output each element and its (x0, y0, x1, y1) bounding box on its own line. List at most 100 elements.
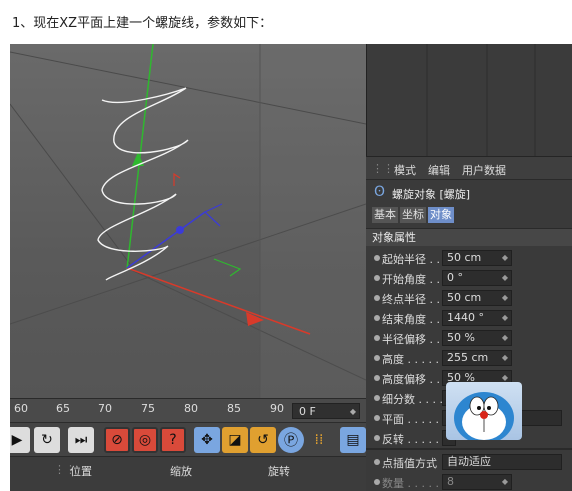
coordinate-manager: ⋮⋮ 位置 缩放 旋转 (10, 456, 366, 491)
transport-toolbar: ▶ ↻ ⏭ ⊘ ◎ ? ✥ ◪ ↺ Ⓟ ⁞⁞ ▤ (10, 422, 366, 457)
end-angle-input[interactable]: 1440 ° ◆ (442, 310, 512, 326)
animate-dot-icon[interactable] (374, 435, 380, 441)
move-icon: ✥ (201, 432, 213, 448)
animate-dot-icon[interactable] (374, 275, 380, 281)
doraemon-face-image (454, 392, 514, 440)
menu-user-data[interactable]: 用户数据 (462, 162, 506, 178)
animate-dot-icon[interactable] (374, 315, 380, 321)
p-icon: Ⓟ (284, 433, 298, 449)
prop-start-angle: 开始角度 . . 0 ° ◆ (366, 268, 572, 288)
animate-dot-icon[interactable] (374, 479, 380, 485)
record-keys-button[interactable]: ⊘ (104, 427, 130, 453)
animate-dot-icon[interactable] (374, 295, 380, 301)
object-title: 螺旋对象 [螺旋] (392, 188, 471, 201)
animate-dot-icon[interactable] (374, 415, 380, 421)
doraemon-sticker (446, 382, 522, 440)
prop-end-angle: 结束角度 . . 1440 ° ◆ (366, 308, 572, 328)
gizmo-line (204, 211, 221, 227)
prop-count: 数量 . . . . . 8 ◆ (366, 472, 572, 491)
film-button[interactable]: ▤ (340, 427, 366, 453)
point-level-button[interactable]: ⁞⁞ (306, 427, 332, 453)
y-axis-line (126, 44, 154, 270)
helix-icon: ʘ (374, 184, 386, 200)
spinner-icon: ◆ (501, 477, 508, 486)
prop-end-radius: 终点半径 . . 50 cm ◆ (366, 288, 572, 308)
param-key-button[interactable]: Ⓟ (278, 427, 304, 453)
spinner-icon[interactable]: ◆ (350, 404, 356, 420)
prop-interpolation: 点插值方式 自动适应 (366, 452, 572, 472)
gizmo-green (213, 258, 242, 277)
animate-dot-icon[interactable] (374, 459, 380, 465)
gizmo-line (204, 203, 223, 213)
gizmo-red (173, 172, 181, 186)
timeline-tick: 70 (98, 402, 112, 415)
viewport-shade (260, 44, 366, 398)
autokey-button[interactable]: ◎ (132, 427, 158, 453)
count-input[interactable]: 8 ◆ (442, 474, 512, 490)
spinner-icon: ◆ (501, 293, 508, 302)
tab-coord[interactable]: 坐标 (400, 207, 426, 223)
key-icon: ⊘ (111, 432, 123, 448)
scale-key-button[interactable]: ◪ (222, 427, 248, 453)
loop-icon: ↻ (41, 432, 53, 448)
panel-grid (426, 44, 536, 156)
menu-mode[interactable]: 模式 (394, 162, 416, 178)
animate-dot-icon[interactable] (374, 355, 380, 361)
attribute-menubar: ⋮⋮⋮ 模式 编辑 用户数据 (366, 156, 572, 180)
animate-dot-icon[interactable] (374, 395, 380, 401)
c4d-screenshot: 60 65 70 75 80 85 90 0 F ◆ ▶ ↻ ⏭ ⊘ ◎ ? ✥… (10, 44, 572, 491)
animate-dot-icon[interactable] (374, 335, 380, 341)
timeline-tick: 90 (270, 402, 284, 415)
spinner-icon: ◆ (501, 313, 508, 322)
keyframe-help-button[interactable]: ? (160, 427, 186, 453)
end-radius-input[interactable]: 50 cm ◆ (442, 290, 512, 306)
divider (366, 448, 572, 450)
attribute-tabs: 基本 坐标 对象 (366, 204, 572, 226)
film-icon: ▤ (346, 432, 360, 448)
timeline-tick: 80 (184, 402, 198, 415)
timeline-tick: 75 (141, 402, 155, 415)
question-icon: ? (169, 432, 177, 448)
play-forward-button[interactable]: ▶ (10, 427, 30, 453)
rotate-icon: ↺ (257, 432, 269, 448)
current-frame-field[interactable]: 0 F ◆ (292, 403, 360, 419)
timeline-ruler[interactable]: 60 65 70 75 80 85 90 0 F ◆ (10, 398, 366, 423)
grid-line (10, 103, 131, 265)
caption: 1、现在XZ平面上建一个螺旋线，参数如下： (12, 16, 273, 31)
animate-dot-icon[interactable] (374, 375, 380, 381)
grid-dots-icon: ⁞⁞ (314, 432, 324, 448)
z-axis-line (126, 211, 206, 269)
viewport-canvas (10, 44, 366, 398)
scale-icon: ◪ (228, 432, 242, 448)
goto-end-icon: ⏭ (74, 432, 88, 448)
spinner-icon: ◆ (501, 253, 508, 262)
animate-dot-icon[interactable] (374, 255, 380, 261)
move-key-button[interactable]: ✥ (194, 427, 220, 453)
rotate-key-button[interactable]: ↺ (250, 427, 276, 453)
menu-edit[interactable]: 编辑 (428, 162, 450, 178)
section-object-properties: 对象属性 (366, 228, 572, 246)
timeline-tick: 60 (14, 402, 28, 415)
timeline-tick: 85 (227, 402, 241, 415)
tab-basic[interactable]: 基本 (372, 207, 398, 223)
timeline-tick: 65 (56, 402, 70, 415)
coord-scale-label: 缩放 (170, 465, 192, 478)
coord-position-label: 位置 (70, 465, 92, 478)
viewport[interactable] (10, 44, 366, 398)
start-radius-input[interactable]: 50 cm ◆ (442, 250, 512, 266)
spinner-icon: ◆ (501, 353, 508, 362)
prop-radius-bias: 半径偏移 . . 50 % ◆ (366, 328, 572, 348)
spinner-icon: ◆ (501, 333, 508, 342)
coord-fields-row[interactable] (10, 483, 366, 491)
loop-button[interactable]: ↻ (34, 427, 60, 453)
tab-object[interactable]: 对象 (428, 207, 454, 223)
start-angle-input[interactable]: 0 ° ◆ (442, 270, 512, 286)
interpolation-select[interactable]: 自动适应 (442, 454, 562, 470)
height-input[interactable]: 255 cm ◆ (442, 350, 512, 366)
prop-start-radius: 起始半径 . . 50 cm ◆ (366, 248, 572, 268)
spinner-icon: ◆ (501, 273, 508, 282)
play-icon: ▶ (11, 432, 23, 448)
z-axis-handle (176, 226, 184, 234)
goto-end-button[interactable]: ⏭ (68, 427, 94, 453)
radius-bias-input[interactable]: 50 % ◆ (442, 330, 512, 346)
